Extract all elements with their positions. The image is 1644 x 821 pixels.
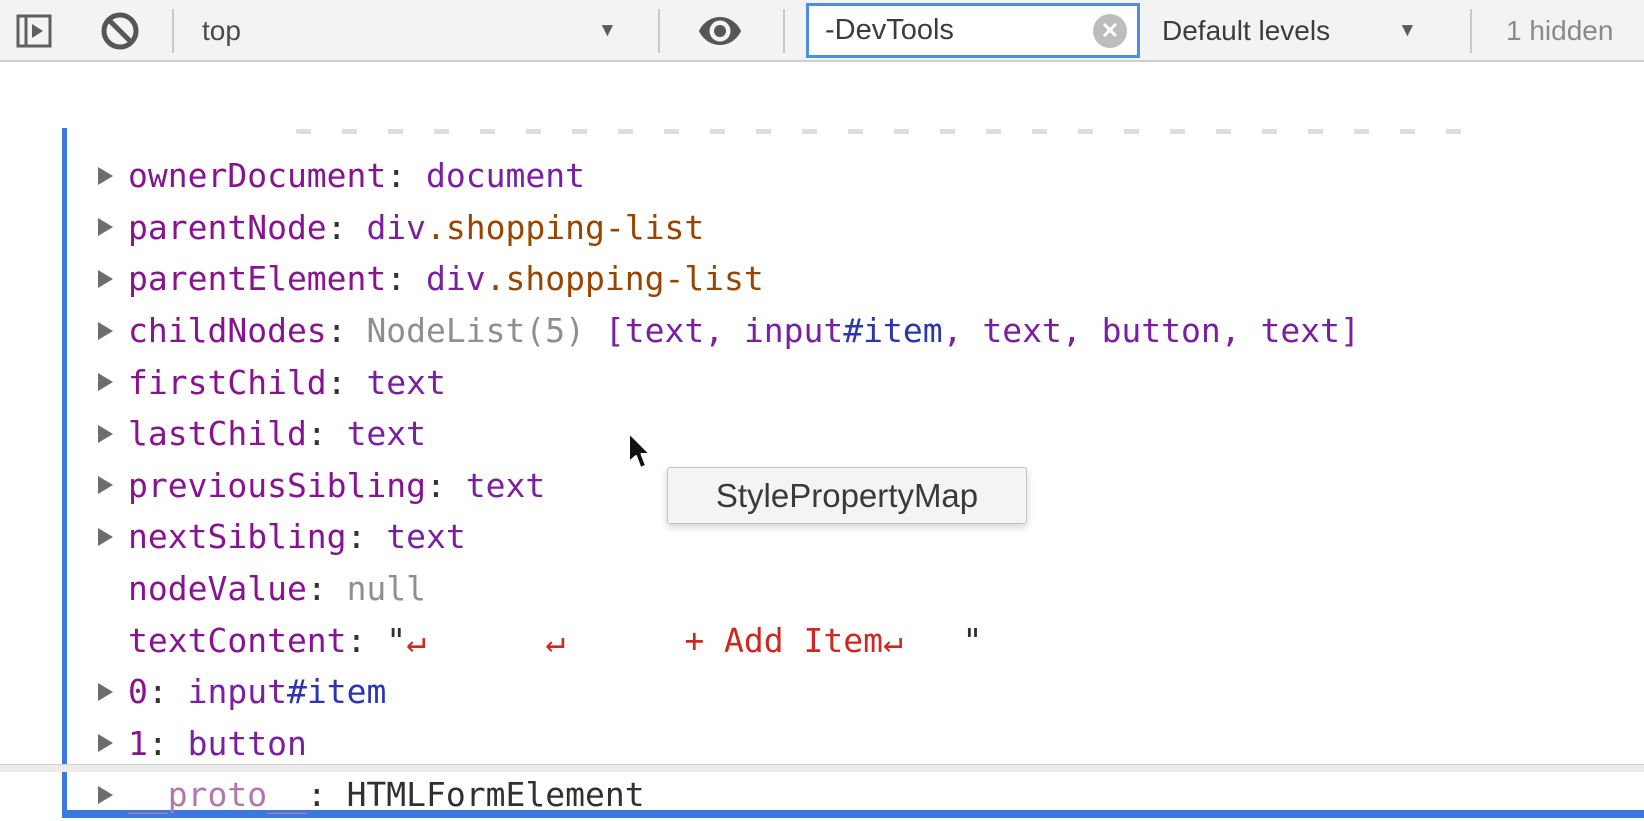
- property-colon: :: [307, 775, 347, 814]
- property-colon: :: [148, 724, 188, 763]
- log-levels-dropdown[interactable]: Default levels: [1162, 0, 1330, 62]
- disclosure-triangle-icon[interactable]: [98, 322, 128, 340]
- property-colon: :: [426, 466, 466, 505]
- property-value-segment: ": [903, 621, 982, 660]
- disclosure-triangle-icon[interactable]: [98, 167, 128, 185]
- property-name: nodeValue: [128, 569, 307, 608]
- property-colon: :: [347, 621, 387, 660]
- property-value-segment: null: [347, 569, 426, 608]
- disclosure-triangle-icon[interactable]: [98, 786, 128, 804]
- property-colon: :: [307, 414, 347, 453]
- console-filter-input[interactable]: -DevTools ✕: [806, 3, 1140, 58]
- property-row[interactable]: parentElement: div.shopping-list: [98, 253, 1360, 305]
- property-row[interactable]: 1: button: [98, 718, 1360, 770]
- property-name: previousSibling: [128, 466, 426, 505]
- property-value-segment: text: [366, 363, 445, 402]
- show-console-sidebar-icon[interactable]: [16, 13, 52, 49]
- property-row[interactable]: lastChild: text: [98, 408, 1360, 460]
- property-colon: :: [386, 156, 426, 195]
- property-name: textContent: [128, 621, 347, 660]
- property-value-segment: [text,: [605, 311, 744, 350]
- type-tooltip: StylePropertyMap: [667, 467, 1027, 524]
- property-name: 0: [128, 672, 148, 711]
- property-colon: :: [327, 363, 367, 402]
- window-bottom-edge: [0, 764, 1644, 772]
- property-name: lastChild: [128, 414, 307, 453]
- disclosure-triangle-icon[interactable]: [98, 373, 128, 391]
- property-value-segment: button: [188, 724, 307, 763]
- property-name: nextSibling: [128, 517, 347, 556]
- disclosure-triangle-icon[interactable]: [98, 218, 128, 236]
- property-name: __proto__: [128, 775, 307, 814]
- property-value-segment: text: [466, 466, 545, 505]
- property-colon: :: [327, 311, 367, 350]
- disclosure-triangle-icon[interactable]: [98, 425, 128, 443]
- property-name: childNodes: [128, 311, 327, 350]
- property-row[interactable]: nodeValue: null: [98, 563, 1360, 615]
- property-value-segment: #item: [843, 311, 942, 350]
- clear-console-icon[interactable]: [99, 10, 141, 52]
- context-selector-top[interactable]: top: [202, 0, 241, 62]
- property-row[interactable]: parentNode: div.shopping-list: [98, 202, 1360, 254]
- toolbar-divider: [783, 9, 785, 53]
- property-value-segment: div: [366, 208, 426, 247]
- toolbar-divider: [1470, 9, 1472, 53]
- property-colon: :: [148, 672, 188, 711]
- property-row[interactable]: textContent: "↵ ↵ + Add Item↵ ": [98, 614, 1360, 666]
- disclosure-triangle-icon[interactable]: [98, 528, 128, 546]
- tooltip-text: StylePropertyMap: [716, 477, 978, 515]
- property-value-segment: input: [188, 672, 287, 711]
- property-colon: :: [327, 208, 367, 247]
- property-colon: :: [347, 517, 387, 556]
- property-value-segment: ↵ ↵ + Add Item↵: [406, 621, 903, 660]
- property-colon: :: [386, 259, 426, 298]
- property-value-segment: NodeList(5): [366, 311, 604, 350]
- clear-filter-icon[interactable]: ✕: [1093, 14, 1127, 48]
- property-value-segment: , text, button, text]: [943, 311, 1360, 350]
- property-row[interactable]: __proto__: HTMLFormElement: [98, 769, 1360, 821]
- property-name: parentNode: [128, 208, 327, 247]
- property-name: firstChild: [128, 363, 327, 402]
- chevron-down-icon[interactable]: ▼: [598, 0, 617, 62]
- property-row[interactable]: ownerDocument: document: [98, 150, 1360, 202]
- chevron-down-icon[interactable]: ▼: [1398, 0, 1417, 62]
- mouse-cursor: [626, 432, 654, 477]
- property-value-segment: text: [386, 517, 465, 556]
- toolbar-divider: [658, 9, 660, 53]
- property-value-segment: .shopping-list: [486, 259, 764, 298]
- disclosure-triangle-icon[interactable]: [98, 683, 128, 701]
- property-row[interactable]: childNodes: NodeList(5) [text, input#ite…: [98, 305, 1360, 357]
- disclosure-triangle-icon[interactable]: [98, 734, 128, 752]
- property-value-segment: input: [744, 311, 843, 350]
- property-value-segment: #item: [287, 672, 386, 711]
- property-value-segment: ": [386, 621, 406, 660]
- property-value-segment: text: [347, 414, 426, 453]
- filter-input-value[interactable]: -DevTools: [809, 14, 1093, 47]
- property-name: parentElement: [128, 259, 386, 298]
- property-value-segment: div: [426, 259, 486, 298]
- property-row[interactable]: firstChild: text: [98, 356, 1360, 408]
- disclosure-triangle-icon[interactable]: [98, 270, 128, 288]
- console-messages-pane[interactable]: ownerDocument: documentparentNode: div.s…: [0, 62, 1644, 772]
- disclosure-triangle-icon[interactable]: [98, 476, 128, 494]
- property-name: 1: [128, 724, 148, 763]
- property-colon: :: [307, 569, 347, 608]
- create-live-expression-eye-icon[interactable]: [697, 13, 743, 49]
- toolbar-divider: [172, 9, 174, 53]
- property-name: ownerDocument: [128, 156, 386, 195]
- property-value-segment: document: [426, 156, 585, 195]
- hidden-messages-count: 1 hidden: [1506, 0, 1613, 62]
- property-row[interactable]: 0: input#item: [98, 666, 1360, 718]
- property-value-segment: .shopping-list: [426, 208, 704, 247]
- devtools-console-toolbar: top ▼ -DevTools ✕ Default levels ▼ 1 hid…: [0, 0, 1644, 62]
- property-value-segment: HTMLFormElement: [347, 775, 645, 814]
